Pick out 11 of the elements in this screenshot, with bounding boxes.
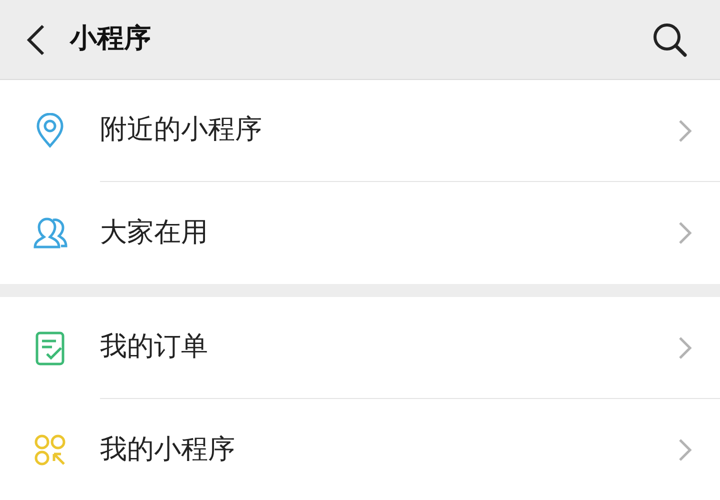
chevron-icon [678,221,692,245]
back-icon[interactable] [26,24,46,56]
menu-item-label[interactable]: 我的订单 [100,327,208,368]
chevron-icon [678,118,692,142]
search-icon[interactable] [652,22,688,58]
menu-item-label[interactable]: 大家在用 [100,212,208,254]
page-title: 小程序 [70,22,151,56]
chevron-icon [678,438,692,462]
menu-item-label[interactable]: 附近的小程序 [100,110,262,151]
menu-item-label[interactable]: 我的小程序 [100,430,235,470]
chevron-icon [678,336,692,360]
